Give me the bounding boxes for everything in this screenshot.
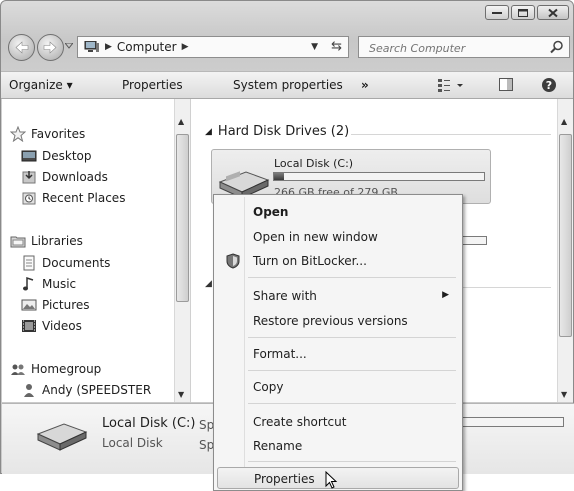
menu-item-properties[interactable]: Properties (217, 467, 459, 489)
preview-pane-icon[interactable] (498, 77, 514, 93)
menu-separator (248, 461, 456, 462)
menu-item-bitlocker[interactable]: Turn on BitLocker... (217, 250, 459, 272)
nav-documents[interactable]: Documents (21, 255, 110, 271)
menu-separator (248, 337, 456, 338)
collapse-triangle-icon[interactable]: ◢ (205, 279, 212, 289)
menu-separator (248, 403, 456, 404)
recent-pages-dropdown-icon[interactable] (65, 43, 73, 49)
nav-pictures[interactable]: Pictures (21, 297, 90, 313)
shield-icon (226, 253, 240, 269)
nav-downloads[interactable]: Downloads (21, 169, 108, 185)
forward-arrow-icon (43, 41, 57, 54)
documents-icon (23, 255, 35, 271)
hard-drive-icon (36, 423, 88, 451)
context-menu: Open Open in new window Turn on BitLocke… (213, 194, 463, 491)
details-drive-name: Local Disk (C:) (102, 416, 196, 431)
back-arrow-icon (15, 41, 29, 54)
menu-item-open[interactable]: Open (217, 201, 459, 223)
menu-item-copy[interactable]: Copy (217, 376, 459, 398)
details-drive-type: Local Disk (102, 436, 163, 450)
navigation-pane: Favorites Desktop Downloads Recent Place… (2, 99, 191, 402)
nav-scrollbar[interactable]: ▲ ▼ (174, 99, 190, 402)
nav-scroll-thumb[interactable] (176, 134, 189, 302)
more-commands-button[interactable]: » (361, 78, 369, 92)
desktop-icon (21, 150, 37, 162)
scroll-down-arrow-icon[interactable]: ▼ (178, 390, 184, 399)
forward-button[interactable] (37, 34, 64, 61)
menu-item-create-shortcut[interactable]: Create shortcut (217, 411, 459, 433)
organize-button[interactable]: Organize ▾ (9, 78, 73, 92)
pictures-icon (21, 299, 37, 311)
nav-favorites[interactable]: Favorites (10, 126, 85, 142)
details-usage-bar (462, 417, 564, 427)
search-icon[interactable] (550, 40, 564, 54)
star-icon (10, 126, 26, 142)
content-scroll-thumb[interactable] (559, 134, 572, 337)
drive-usage-fill (274, 173, 284, 180)
mouse-pointer-icon (325, 471, 338, 489)
collapse-triangle-icon[interactable]: ◢ (205, 127, 212, 137)
minimize-button[interactable] (485, 5, 509, 20)
change-view-icon[interactable] (437, 77, 467, 93)
back-button[interactable] (8, 34, 35, 61)
user-icon (21, 401, 31, 402)
content-scrollbar[interactable]: ▲ ▼ (557, 99, 573, 402)
second-drive-usage-bar (463, 236, 487, 245)
menu-separator (248, 370, 456, 371)
menu-item-share-with[interactable]: Share with ▶ (217, 285, 459, 307)
nav-recent-places[interactable]: Recent Places (21, 190, 125, 206)
scroll-up-arrow-icon[interactable]: ▲ (178, 117, 184, 126)
menu-item-rename[interactable]: Rename (217, 435, 459, 457)
homegroup-icon (11, 364, 25, 375)
help-icon[interactable]: ? (541, 77, 557, 93)
address-dropdown-icon[interactable]: ▼ (311, 42, 318, 52)
nav-libraries[interactable]: Libraries (10, 233, 83, 249)
command-bar: Organize ▾ Properties System properties … (1, 71, 573, 99)
details-space-used-label: Sp (199, 418, 215, 432)
close-button[interactable] (537, 5, 569, 20)
breadcrumb-computer[interactable]: Computer (117, 40, 177, 54)
properties-button[interactable]: Properties (122, 78, 183, 92)
nav-homegroup[interactable]: Homegroup (10, 361, 101, 377)
scroll-down-arrow-icon[interactable]: ▼ (561, 390, 567, 399)
nav-music[interactable]: Music (21, 276, 76, 292)
menu-item-open-new-window[interactable]: Open in new window (217, 226, 459, 248)
breadcrumb-arrow-icon[interactable]: ▶ (105, 42, 112, 52)
nav-desktop[interactable]: Desktop (21, 148, 92, 164)
menu-separator (248, 277, 456, 278)
group-header-hard-disks[interactable]: ◢ Hard Disk Drives (2) (205, 124, 349, 139)
nav-videos[interactable]: Videos (21, 318, 82, 334)
refresh-icon[interactable]: ⇆ (331, 39, 342, 54)
libraries-icon (10, 236, 26, 248)
caption-buttons (485, 5, 569, 20)
scroll-up-arrow-icon[interactable]: ▲ (561, 117, 567, 126)
breadcrumb-arrow-icon[interactable]: ▶ (182, 42, 189, 52)
downloads-icon (22, 171, 36, 184)
address-bar[interactable]: ▶ Computer ▶ ▼ ⇆ (77, 36, 349, 58)
maximize-button[interactable] (511, 5, 535, 20)
user-icon (24, 384, 34, 397)
computer-icon (84, 41, 99, 52)
system-properties-button[interactable]: System properties (233, 78, 343, 92)
nav-homegroup-user[interactable]: Andy (SPEEDSTER (21, 382, 151, 398)
drive-usage-bar (273, 172, 485, 181)
svg-text:?: ? (546, 79, 552, 92)
music-icon (23, 276, 34, 291)
menu-item-format[interactable]: Format... (217, 343, 459, 365)
group-divider (351, 134, 551, 135)
search-box[interactable] (358, 36, 570, 58)
group-divider (463, 287, 551, 288)
search-input[interactable] (367, 38, 541, 58)
drive-name: Local Disk (C:) (274, 157, 354, 170)
submenu-arrow-icon: ▶ (442, 290, 449, 300)
videos-icon (22, 320, 36, 332)
menu-item-restore-previous-versions[interactable]: Restore previous versions (217, 310, 459, 332)
recent-places-icon (22, 192, 36, 205)
details-space-free-label: Sp (199, 438, 215, 452)
